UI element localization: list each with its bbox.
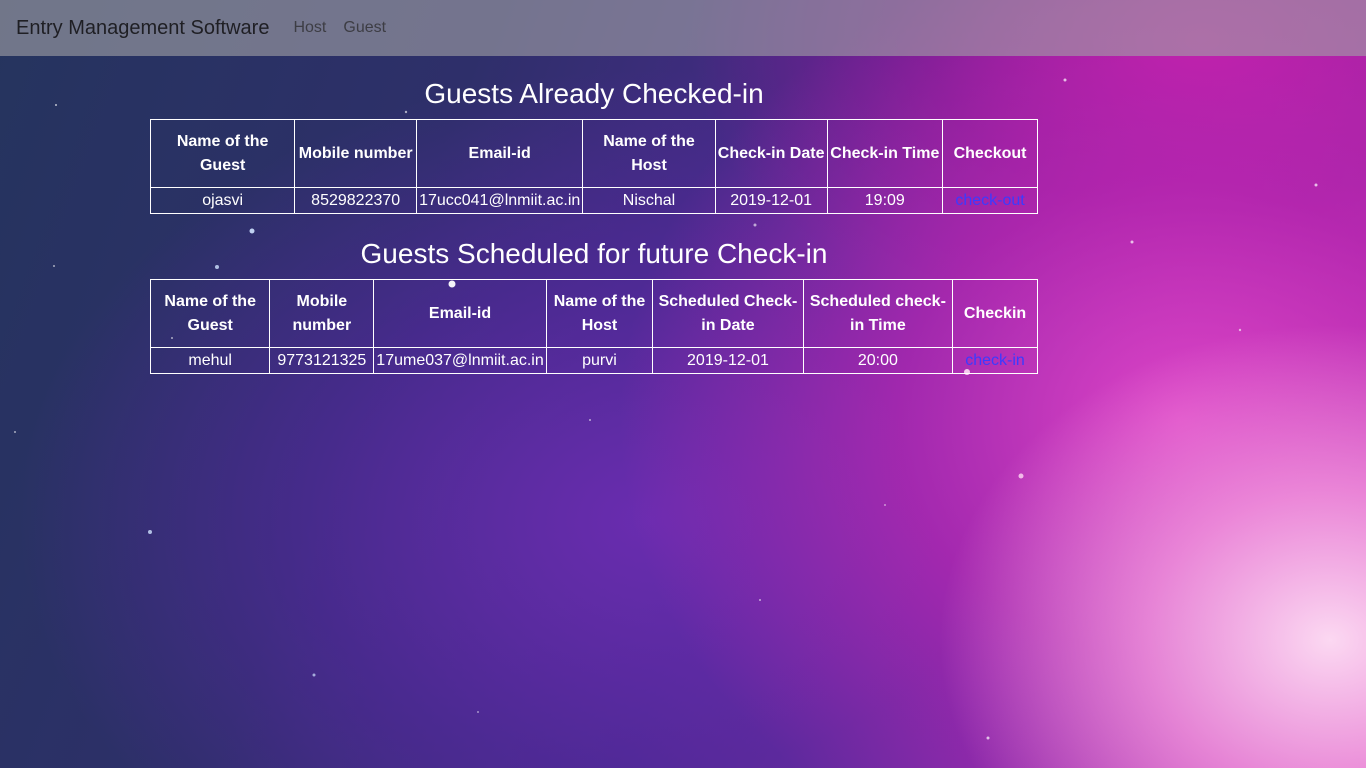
table-header-row: Name of the Guest Mobile number Email-id…: [149, 119, 1038, 188]
star-field: [14, 78, 1318, 740]
brand-title[interactable]: Entry Management Software: [16, 17, 269, 40]
header-email: Email-id: [373, 279, 547, 348]
cell-mobile: 9773121325: [269, 347, 375, 374]
table-header-row: Name of the Guest Mobile number Email-id…: [149, 279, 1038, 348]
navbar: Entry Management Software Host Guest: [0, 0, 1366, 56]
checked-in-table: Name of the Guest Mobile number Email-id…: [149, 119, 1038, 214]
scheduled-table: Name of the Guest Mobile number Email-id…: [149, 279, 1038, 374]
scheduled-title: Guests Scheduled for future Check-in: [360, 238, 828, 269]
table-row: mehul 9773121325 17ume037@lnmiit.ac.in p…: [149, 347, 1038, 374]
cell-guest-name: mehul: [149, 347, 271, 374]
header-checkin: Checkin: [952, 279, 1038, 348]
header-email: Email-id: [416, 119, 584, 188]
cell-guest-name: ojasvi: [149, 187, 296, 214]
header-checkout: Checkout: [942, 119, 1038, 188]
header-checkin-date: Check-in Date: [714, 119, 828, 188]
cell-scheduled-time: 20:00: [802, 347, 954, 374]
cell-email: 17ume037@lnmiit.ac.in: [373, 347, 547, 374]
nav-link-host[interactable]: Host: [293, 19, 326, 37]
header-checkin-time: Check-in Time: [826, 119, 944, 188]
checkout-link[interactable]: check-out: [955, 192, 1024, 209]
header-guest-name: Name of the Guest: [149, 279, 271, 348]
cell-scheduled-date: 2019-12-01: [652, 347, 804, 374]
cell-checkin-time: 19:09: [826, 187, 944, 214]
header-scheduled-date: Scheduled Check-in Date: [652, 279, 804, 348]
header-mobile: Mobile number: [269, 279, 375, 348]
cell-checkin: check-in: [952, 347, 1038, 374]
cell-host-name: Nischal: [582, 187, 716, 214]
table-row: ojasvi 8529822370 17ucc041@lnmiit.ac.in …: [149, 187, 1038, 214]
cell-host-name: purvi: [545, 347, 654, 374]
checked-in-title: Guests Already Checked-in: [424, 78, 764, 109]
header-host-name: Name of the Host: [545, 279, 654, 348]
header-host-name: Name of the Host: [582, 119, 716, 188]
cell-email: 17ucc041@lnmiit.ac.in: [416, 187, 584, 214]
header-mobile: Mobile number: [294, 119, 418, 188]
checkin-link[interactable]: check-in: [965, 352, 1025, 369]
header-scheduled-time: Scheduled check-in Time: [802, 279, 954, 348]
cell-checkin-date: 2019-12-01: [714, 187, 828, 214]
cell-checkout: check-out: [942, 187, 1038, 214]
cell-mobile: 8529822370: [294, 187, 418, 214]
header-guest-name: Name of the Guest: [149, 119, 296, 188]
nav-link-guest[interactable]: Guest: [343, 19, 386, 37]
